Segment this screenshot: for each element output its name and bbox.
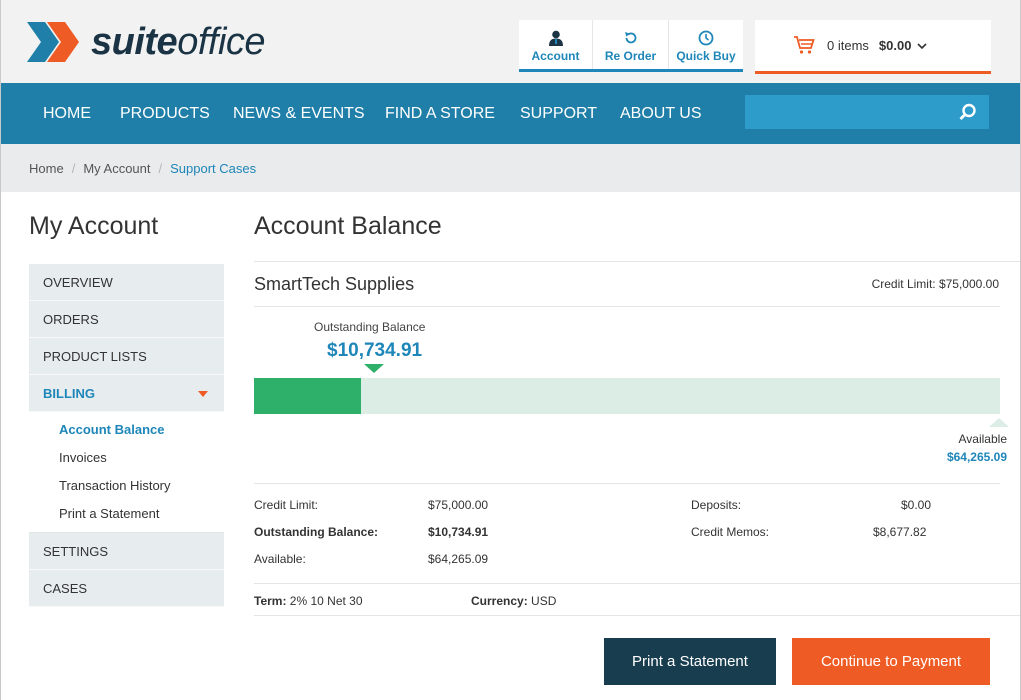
nav-products[interactable]: PRODUCTS (120, 83, 210, 144)
outstanding-balance-label: Outstanding Balance (314, 320, 426, 334)
account-link-label: Account (531, 49, 580, 63)
breadcrumb-support-cases[interactable]: Support Cases (170, 161, 256, 176)
quick-buy-link[interactable]: Quick Buy (669, 20, 743, 69)
account-link[interactable]: Account (519, 20, 593, 69)
outstanding-marker-icon (364, 364, 384, 373)
nav-about-us[interactable]: ABOUT US (620, 83, 702, 144)
divider (254, 306, 1000, 307)
user-icon (548, 30, 563, 46)
sidebar-item-orders[interactable]: ORDERS (29, 301, 224, 338)
submenu-print-statement[interactable]: Print a Statement (29, 500, 224, 528)
quick-buy-link-label: Quick Buy (676, 49, 736, 63)
nav-news-events[interactable]: NEWS & EVENTS (233, 83, 365, 144)
sidebar-item-billing-label: BILLING (43, 386, 95, 401)
caret-down-icon (198, 391, 208, 397)
available-marker-icon (989, 418, 1009, 427)
divider (254, 615, 1020, 616)
search-input[interactable] (745, 95, 945, 129)
main-nav: HOME PRODUCTS NEWS & EVENTS FIND A STORE… (1, 83, 1020, 144)
summary-credit-limit-value: $75,000.00 (428, 498, 489, 512)
currency-label: Currency: (471, 594, 528, 608)
currency-info: Currency: USD (471, 594, 556, 608)
print-statement-button[interactable]: Print a Statement (604, 638, 776, 685)
billing-submenu: Account Balance Invoices Transaction His… (29, 412, 224, 533)
credit-limit-header: Credit Limit: $75,000.00 (871, 277, 999, 291)
breadcrumb: Home / My Account / Support Cases (1, 144, 1020, 192)
summary-outstanding-label: Outstanding Balance: (254, 525, 379, 539)
divider (254, 261, 1020, 262)
header: suiteoffice Account Re Order Quick Buy 0… (1, 0, 1020, 83)
available-value: $64,265.09 (946, 450, 1007, 464)
page: suiteoffice Account Re Order Quick Buy 0… (0, 0, 1021, 700)
nav-find-a-store[interactable]: FIND A STORE (385, 83, 495, 144)
submenu-invoices[interactable]: Invoices (29, 444, 224, 472)
reorder-link[interactable]: Re Order (593, 20, 669, 69)
cart-dropdown[interactable]: 0 items $0.00 (755, 20, 991, 74)
search-box (745, 95, 989, 129)
sidebar-item-cases[interactable]: CASES (29, 570, 224, 607)
reorder-link-label: Re Order (604, 49, 657, 63)
sidebar-item-product-lists[interactable]: PRODUCT LISTS (29, 338, 224, 375)
divider (254, 483, 1000, 484)
sidebar-item-settings[interactable]: SETTINGS (29, 533, 224, 570)
chevron-down-icon (917, 38, 928, 53)
nav-home[interactable]: HOME (43, 83, 91, 144)
submenu-transaction-history[interactable]: Transaction History (29, 472, 224, 500)
summary-credit-memos-label: Credit Memos: (691, 525, 770, 539)
submenu-account-balance[interactable]: Account Balance (29, 416, 224, 444)
term-info: Term: 2% 10 Net 30 (254, 594, 363, 608)
divider (254, 583, 1020, 584)
logo[interactable]: suiteoffice (25, 18, 266, 66)
logo-chevron-icon (25, 18, 85, 66)
balance-bar (254, 378, 1000, 414)
summary-available-value: $64,265.09 (428, 552, 489, 566)
cart-item-count: 0 items (827, 38, 869, 53)
summary-deposits-label: Deposits: (691, 498, 742, 512)
term-value: 2% 10 Net 30 (289, 594, 363, 608)
sidebar-item-billing[interactable]: BILLING (29, 375, 224, 412)
currency-value: USD (531, 594, 557, 608)
breadcrumb-home[interactable]: Home (29, 161, 64, 176)
summary-deposits-value: $0.00 (901, 498, 932, 512)
breadcrumb-my-account[interactable]: My Account (83, 161, 150, 176)
summary-available-label: Available: (254, 552, 306, 566)
balance-bar-used (254, 378, 361, 414)
term-label: Term: (254, 594, 287, 608)
company-name: SmartTech Supplies (254, 274, 415, 294)
cart-total: $0.00 (878, 38, 912, 53)
summary-credit-limit-label: Credit Limit: (254, 498, 319, 512)
summary-credit-memos-value: $8,677.82 (873, 525, 927, 539)
clock-icon (698, 30, 714, 46)
outstanding-balance-value: $10,734.91 (327, 340, 423, 361)
sidebar: OVERVIEW ORDERS PRODUCT LISTS BILLING Ac… (29, 264, 224, 607)
continue-to-payment-button[interactable]: Continue to Payment (792, 638, 990, 685)
page-title: Account Balance (254, 212, 442, 240)
available-label: Available (958, 432, 1007, 446)
summary-outstanding-value: $10,734.91 (428, 525, 489, 539)
cart-icon (793, 35, 815, 58)
nav-support[interactable]: SUPPORT (520, 83, 597, 144)
logo-text: suiteoffice (91, 21, 266, 63)
quick-links: Account Re Order Quick Buy (519, 20, 743, 72)
sidebar-title: My Account (29, 212, 159, 240)
search-icon[interactable] (959, 103, 977, 126)
sidebar-item-overview[interactable]: OVERVIEW (29, 264, 224, 301)
reorder-icon (624, 32, 636, 44)
